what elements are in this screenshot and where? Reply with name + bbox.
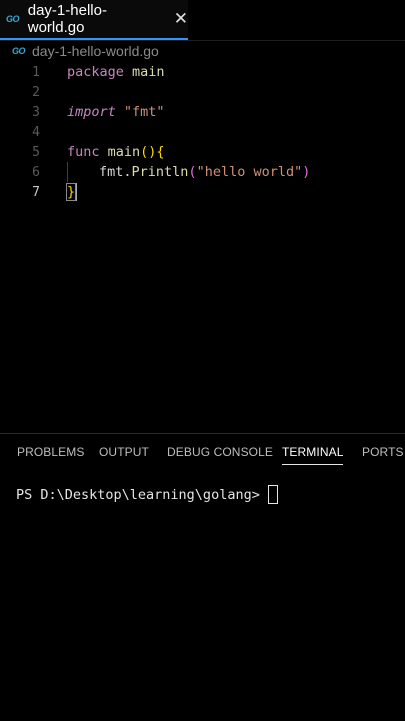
tab-day-1-hello-world[interactable]: GO day-1-hello-world.go ✕ bbox=[0, 0, 188, 40]
tab-output[interactable]: OUTPUT bbox=[99, 445, 149, 459]
breadcrumb: GO day-1-hello-world.go bbox=[0, 41, 405, 61]
go-file-icon: GO bbox=[6, 14, 20, 24]
code-line: 6 fmt.Println("hello world") bbox=[0, 162, 405, 182]
code-text: func main(){ bbox=[67, 144, 165, 160]
code-line: 4 bbox=[0, 122, 405, 142]
terminal-output[interactable]: PS D:\Desktop\learning\golang> bbox=[16, 485, 278, 504]
code-text: fmt.Println("hello world") bbox=[99, 164, 310, 180]
parentheses: () bbox=[140, 144, 157, 160]
string-literal: "fmt" bbox=[115, 104, 165, 120]
code-text: } bbox=[65, 183, 78, 201]
editor-tab-bar: GO day-1-hello-world.go ✕ bbox=[0, 0, 405, 41]
line-number: 5 bbox=[32, 144, 40, 160]
tab-label: day-1-hello-world.go bbox=[27, 2, 107, 36]
code-text: package main bbox=[67, 64, 165, 80]
tab-debug-console[interactable]: DEBUG CONSOLE bbox=[167, 445, 273, 459]
code-line: 3 import "fmt" bbox=[0, 102, 405, 122]
open-brace: { bbox=[156, 144, 165, 160]
close-paren: ) bbox=[302, 164, 311, 180]
function-name: main bbox=[99, 144, 141, 160]
identifier: main bbox=[123, 64, 165, 80]
terminal-prompt: PS D:\Desktop\learning\golang> bbox=[16, 486, 260, 503]
tab-terminal[interactable]: TERMINAL bbox=[282, 445, 344, 465]
keyword: import bbox=[67, 104, 116, 120]
text-cursor bbox=[75, 183, 78, 201]
terminal-cursor bbox=[267, 485, 278, 504]
function-call: Println bbox=[131, 164, 189, 180]
line-number: 4 bbox=[32, 124, 40, 140]
bottom-panel: PROBLEMS OUTPUT DEBUG CONSOLE TERMINAL P… bbox=[0, 433, 405, 721]
code-line: 7 } bbox=[0, 182, 405, 202]
code-editor[interactable]: 1 package main 2 3 import "fmt" 4 5 func… bbox=[0, 62, 405, 432]
keyword: func bbox=[67, 144, 100, 160]
open-paren: ( bbox=[188, 164, 197, 180]
close-brace: } bbox=[65, 183, 77, 201]
line-number: 3 bbox=[32, 104, 40, 120]
code-line: 1 package main bbox=[0, 62, 405, 82]
string-literal: "hello world" bbox=[196, 164, 303, 180]
line-number: 2 bbox=[32, 84, 40, 100]
code-text: import "fmt" bbox=[67, 104, 165, 120]
breadcrumb-file[interactable]: day-1-hello-world.go bbox=[32, 43, 159, 59]
tab-ports[interactable]: PORTS bbox=[362, 445, 404, 459]
keyword: package bbox=[67, 64, 124, 80]
package-ref: fmt. bbox=[99, 164, 132, 180]
go-file-icon: GO bbox=[12, 46, 26, 56]
line-number: 7 bbox=[32, 184, 40, 200]
close-icon[interactable]: ✕ bbox=[174, 9, 188, 29]
line-number: 1 bbox=[32, 64, 40, 80]
panel-tab-bar: PROBLEMS OUTPUT DEBUG CONSOLE TERMINAL P… bbox=[0, 434, 405, 470]
code-line: 2 bbox=[0, 82, 405, 102]
line-number: 6 bbox=[32, 164, 40, 180]
tab-problems[interactable]: PROBLEMS bbox=[17, 445, 85, 459]
code-line: 5 func main(){ bbox=[0, 142, 405, 162]
